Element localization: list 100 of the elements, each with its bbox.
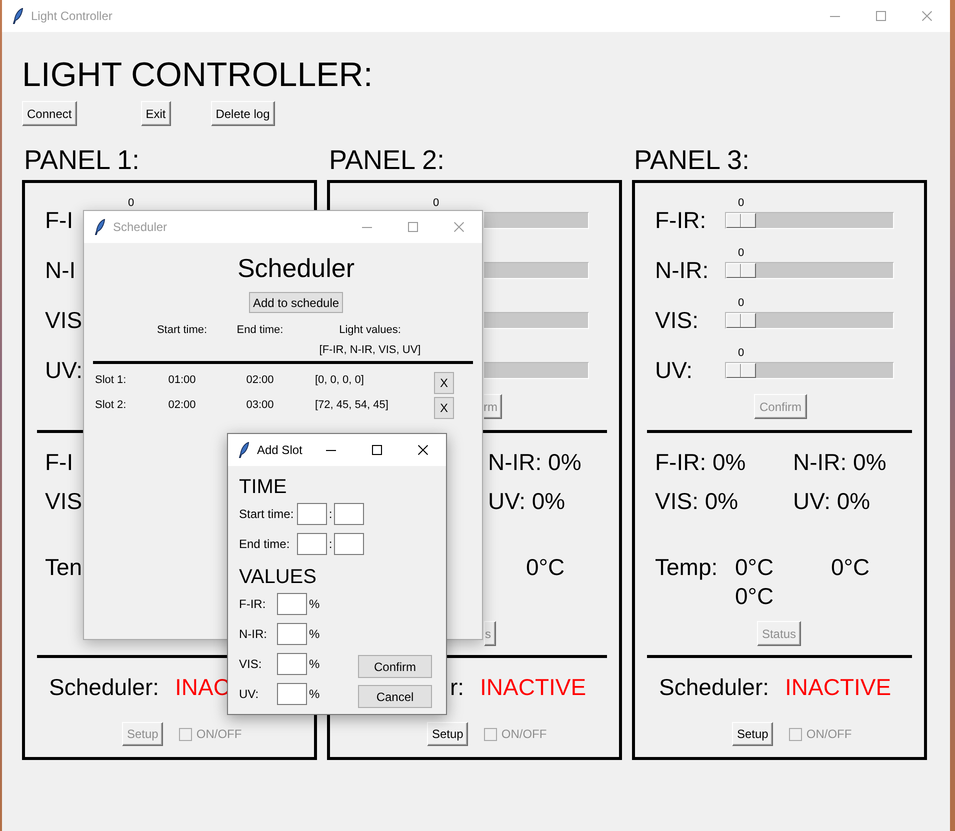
temperature-value: 0°C [735,554,774,580]
slider-value: 0 [432,197,440,209]
slider-track[interactable] [725,362,894,379]
exit-button[interactable]: Exit [140,101,171,126]
value-field[interactable] [277,683,307,705]
status-reading: F-I [45,449,74,475]
panel-title: PANEL 3: [634,145,750,175]
slot-end-time: 03:00 [246,399,274,411]
slot-name: Slot 2: [95,399,126,411]
setup-button[interactable]: Setup [427,722,468,746]
channel-label: VIS [45,307,82,333]
field-label: VIS: [239,657,262,671]
temperature-value: 0°C [735,583,774,609]
time-field[interactable] [334,533,364,555]
channel-label: VIS: [655,307,698,333]
column-header: End time: [236,324,284,336]
field-label: F-IR: [239,597,266,611]
slider-thumb[interactable] [726,313,756,328]
scheduler-state: INAC [175,674,230,700]
unit-label: % [309,656,320,673]
add-to-schedule-button[interactable]: Add to schedule [249,292,343,313]
feather-icon [95,219,105,235]
temperature-label: Ten [45,554,82,580]
temperature-value: 0°C [831,554,870,580]
close-icon [418,445,428,455]
time-field[interactable] [297,503,327,525]
slider-track[interactable] [484,262,589,279]
slot-start-time: 02:00 [168,399,196,411]
slider-track[interactable] [484,312,589,329]
close-icon [454,222,464,232]
cancel-button[interactable]: Cancel [358,685,432,708]
remove-slot-button[interactable]: X [434,372,454,394]
remove-slot-button[interactable]: X [434,397,454,419]
channel-label: N-I [45,257,76,283]
checkbox-label: ON/OFF [806,726,852,743]
minimize-icon [362,226,372,228]
slot-light-values: [72, 45, 54, 45] [315,399,388,411]
slider-value: 0 [738,347,744,359]
scheduler-label: r: [450,674,464,700]
column-header: Light values: [339,324,401,336]
setup-button[interactable]: Setup [732,722,774,746]
panel-title: PANEL 1: [24,145,140,175]
temperature-value: 0°C [526,554,565,580]
confirm-button[interactable]: Confirm [358,655,432,678]
scheduler-label: Scheduler: [659,674,769,700]
slider-value: 0 [738,247,744,259]
unit-label: % [309,626,320,643]
unit-label: % [309,686,320,703]
status-reading: VIS [45,488,82,514]
slot-name: Slot 1: [95,374,126,386]
slider-track[interactable] [725,262,894,279]
field-label: UV: [239,687,259,701]
delete-log-button[interactable]: Delete log [210,101,275,126]
slider-track[interactable] [484,212,589,229]
scheduler-heading: Scheduler [237,253,355,283]
window-title: Light Controller [31,8,112,24]
slider-thumb[interactable] [726,363,756,378]
value-field[interactable] [277,593,307,615]
time-separator: : [328,536,334,553]
slider-value: 0 [128,197,134,209]
panel-title: PANEL 2: [329,145,445,175]
time-field[interactable] [334,503,364,525]
status-reading: VIS: 0% [655,488,738,514]
section-heading: TIME [239,476,287,498]
status-reading: F-IR: 0% [655,449,746,475]
slider-track[interactable] [725,212,894,229]
slider-track[interactable] [484,362,589,379]
time-separator: : [328,506,334,523]
scheduler-state: INACTIVE [785,674,892,700]
unit-label: % [309,596,320,613]
status-reading: N-IR: 0% [488,449,582,475]
slider-thumb[interactable] [726,213,756,228]
slot-end-time: 02:00 [246,374,274,386]
app-heading: LIGHT CONTROLLER: [22,56,373,94]
slider-thumb[interactable] [726,263,756,278]
status-reading: N-IR: 0% [793,449,886,475]
field-label: End time: [239,537,290,551]
channel-label: F-IR: [655,207,706,233]
slider-value: 0 [738,197,744,209]
maximize-icon [408,222,418,232]
column-header: Start time: [156,324,208,336]
column-hint: [F-IR, N-IR, VIS, UV] [319,344,421,356]
checkbox-label: ON/OFF [196,726,242,743]
field-label: Start time: [239,507,294,521]
status-reading: UV: 0% [488,488,566,514]
slot-light-values: [0, 0, 0, 0] [315,374,364,386]
checkbox-label: ON/OFF [501,726,547,743]
maximize-icon [372,445,382,455]
channel-label: F-I [45,207,74,233]
value-field[interactable] [277,653,307,675]
scheduler-state: INACTIVE [480,674,586,700]
field-label: N-IR: [239,627,267,641]
channel-label: UV: [655,357,692,383]
slider-track[interactable] [725,312,894,329]
time-field[interactable] [297,533,327,555]
feather-icon [239,442,249,458]
slider-value: 0 [738,297,744,309]
value-field[interactable] [277,623,307,645]
window-title: Add Slot [257,442,302,458]
connect-button[interactable]: Connect [22,101,77,126]
